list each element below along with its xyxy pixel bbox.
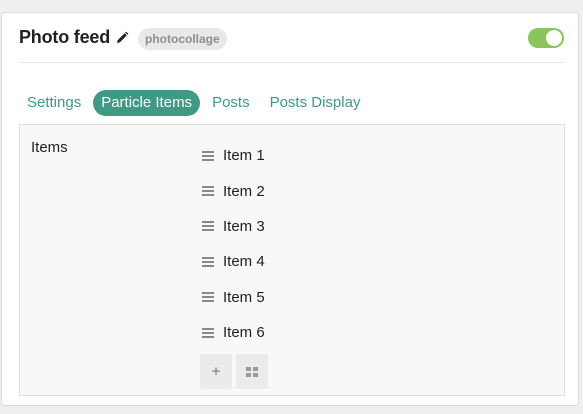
particle-panel: Photo feed photocollage Settings Particl… xyxy=(1,12,579,406)
tab-settings[interactable]: Settings xyxy=(19,90,89,116)
list-item[interactable]: Item 2 xyxy=(202,173,265,208)
item-actions: + xyxy=(200,354,272,389)
items-content: Items Item 1 Item 2 Item 3 Item 4 Item 5 xyxy=(19,124,565,396)
list-item[interactable]: Item 5 xyxy=(202,280,265,315)
tab-posts[interactable]: Posts xyxy=(204,90,258,116)
items-list: Item 1 Item 2 Item 3 Item 4 Item 5 Item … xyxy=(202,138,265,350)
drag-handle-icon[interactable] xyxy=(202,186,214,197)
list-item-label: Item 1 xyxy=(223,147,265,165)
pencil-icon[interactable] xyxy=(115,31,129,45)
toggle-knob xyxy=(546,30,562,46)
drag-handle-icon[interactable] xyxy=(202,292,214,303)
tab-particle-items[interactable]: Particle Items xyxy=(93,90,201,116)
grid-icon xyxy=(246,366,258,377)
panel-header: Photo feed photocollage xyxy=(19,13,564,63)
add-item-button[interactable]: + xyxy=(200,354,232,389)
enable-toggle[interactable] xyxy=(528,28,564,48)
drag-handle-icon[interactable] xyxy=(202,256,214,267)
collection-button[interactable] xyxy=(236,354,268,389)
list-item[interactable]: Item 1 xyxy=(202,138,265,173)
drag-handle-icon[interactable] xyxy=(202,150,214,161)
particle-type-badge: photocollage xyxy=(138,28,227,50)
list-item-label: Item 5 xyxy=(223,288,265,306)
list-item-label: Item 3 xyxy=(223,217,265,235)
list-item[interactable]: Item 3 xyxy=(202,209,265,244)
items-label: Items xyxy=(31,139,68,156)
drag-handle-icon[interactable] xyxy=(202,221,214,232)
panel-title: Photo feed xyxy=(19,27,110,47)
tab-posts-display[interactable]: Posts Display xyxy=(262,90,369,116)
drag-handle-icon[interactable] xyxy=(202,327,214,338)
list-item[interactable]: Item 4 xyxy=(202,244,265,279)
tab-bar: Settings Particle Items Posts Posts Disp… xyxy=(19,90,372,116)
list-item-label: Item 6 xyxy=(223,324,265,342)
list-item-label: Item 2 xyxy=(223,182,265,200)
list-item-label: Item 4 xyxy=(223,253,265,271)
list-item[interactable]: Item 6 xyxy=(202,315,265,350)
plus-icon: + xyxy=(211,363,221,380)
